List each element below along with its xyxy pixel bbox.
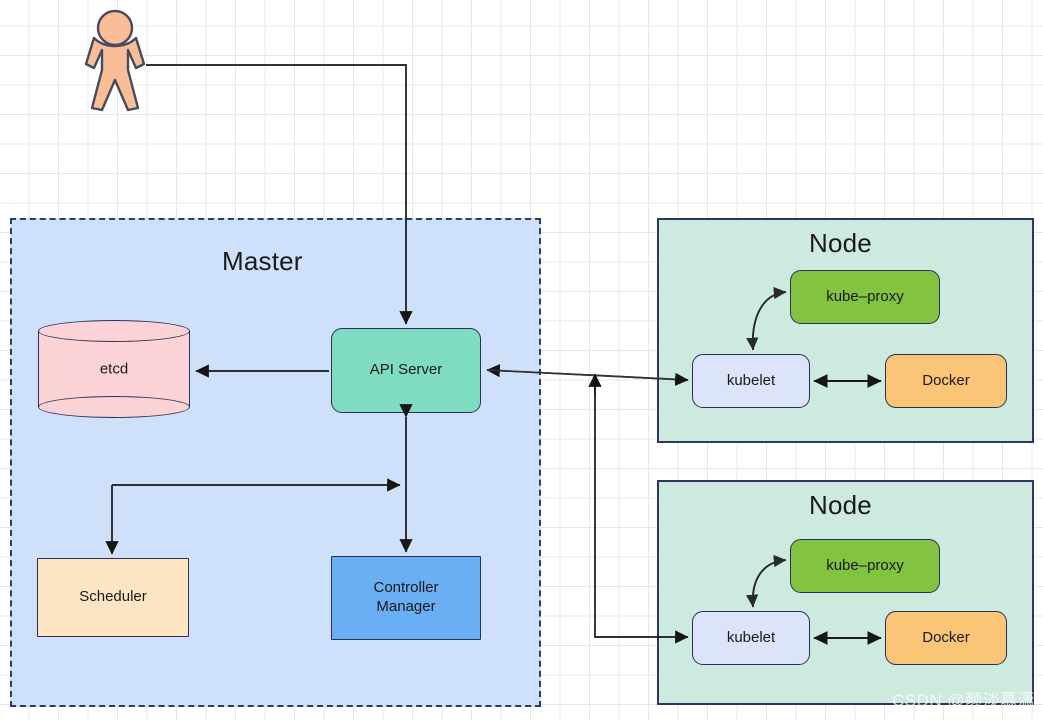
kube-proxy-label-bottom: kube–proxy [826,556,904,574]
etcd-cylinder[interactable]: etcd [38,320,190,418]
csdn-watermark: CSDN @颜淡慕潇 [892,691,1036,710]
kubelet-label-top: kubelet [726,371,776,389]
kubelet-box-top[interactable]: kubelet [692,354,810,408]
etcd-label: etcd [99,360,129,378]
docker-label-bottom: Docker [922,628,970,646]
docker-box-bottom[interactable]: Docker [885,611,1007,665]
group-node-bottom-title: Node [809,490,872,520]
user-actor-icon [84,9,146,112]
group-master-title: Master [222,246,303,276]
scheduler-box[interactable]: Scheduler [37,558,189,637]
kubelet-label-bottom: kubelet [726,628,776,646]
docker-label-top: Docker [922,371,970,389]
controller-manager-label-line1: Controller [373,579,439,597]
docker-box-top[interactable]: Docker [885,354,1007,408]
diagram-canvas: Master etcd API Server Scheduler Control… [0,0,1043,720]
etcd-cylinder-bottom [38,396,190,418]
api-server-box[interactable]: API Server [331,328,481,413]
kube-proxy-label-top: kube–proxy [826,287,904,305]
controller-manager-box[interactable]: Controller Manager [331,556,481,640]
kube-proxy-box-bottom[interactable]: kube–proxy [790,539,940,593]
controller-manager-label-line2: Manager [376,598,436,615]
kube-proxy-box-top[interactable]: kube–proxy [790,270,940,324]
user-actor[interactable] [82,8,152,118]
group-node-top-title: Node [809,228,872,258]
kubelet-box-bottom[interactable]: kubelet [692,611,810,665]
scheduler-label: Scheduler [79,588,147,606]
etcd-cylinder-top [38,320,190,342]
api-server-label: API Server [369,361,443,379]
